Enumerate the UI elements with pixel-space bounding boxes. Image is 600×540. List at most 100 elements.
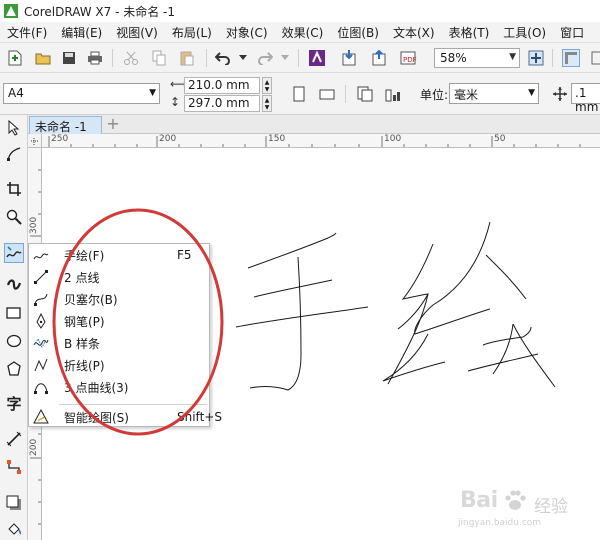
ellipse-tool-icon[interactable] <box>4 331 24 351</box>
current-page-icon[interactable] <box>384 85 402 103</box>
landscape-icon[interactable] <box>318 85 336 103</box>
redo-dropdown-icon[interactable] <box>276 49 294 67</box>
height-spinner[interactable]: ▲ ▼ <box>262 95 272 112</box>
horizontal-ruler[interactable]: 250 200 150 100 50 <box>42 134 600 148</box>
corel-connect-icon[interactable] <box>308 49 326 67</box>
units-value: 毫米 <box>454 88 479 102</box>
menu-bitmaps[interactable]: 位图(B) <box>330 24 386 41</box>
svg-text:PDF: PDF <box>403 56 417 64</box>
full-screen-preview-icon[interactable] <box>527 49 545 67</box>
freehand-tool-icon[interactable] <box>4 243 24 263</box>
artistic-media-tool-icon[interactable] <box>4 273 24 293</box>
menu-object[interactable]: 对象(C) <box>219 24 275 41</box>
flyout-item-label: 2 点线 <box>64 270 100 285</box>
flyout-item-label: 钢笔(P) <box>64 314 105 329</box>
fill-tool-icon[interactable] <box>4 519 24 539</box>
flyout-item-three-point-curve[interactable]: 3 点曲线(3) <box>29 376 209 398</box>
undo-dropdown-icon[interactable] <box>234 49 252 67</box>
ruler-label: 200 <box>159 134 177 144</box>
chevron-down-icon: ▼ <box>509 52 516 62</box>
flyout-item-two-point-line[interactable]: 2 点线 <box>29 266 209 288</box>
zoom-level-select[interactable]: 58% ▼ <box>434 48 520 68</box>
drop-shadow-tool-icon[interactable] <box>4 493 24 513</box>
page-size-select[interactable]: A4 ▼ <box>3 83 160 104</box>
cut-icon[interactable] <box>122 49 140 67</box>
paste-icon[interactable] <box>178 49 196 67</box>
shape-tool-icon[interactable] <box>4 144 24 164</box>
page-width-field[interactable]: 210.0 mm <box>184 77 260 94</box>
pen-icon <box>32 312 50 330</box>
flyout-separator <box>59 404 207 405</box>
menu-file[interactable]: 文件(F) <box>0 24 54 41</box>
standard-toolbar: PDF 58% ▼ <box>0 43 600 73</box>
print-icon[interactable] <box>86 49 104 67</box>
toolbar-separator <box>206 49 207 67</box>
rectangle-tool-icon[interactable] <box>4 303 24 323</box>
polyline-icon <box>32 356 50 374</box>
smart-drawing-icon <box>32 408 50 426</box>
flyout-item-label: 手绘(F) <box>64 248 105 263</box>
ruler-label: 300 <box>29 216 39 234</box>
export-icon[interactable] <box>370 49 388 67</box>
open-icon[interactable] <box>34 49 52 67</box>
zoom-level-value: 58% <box>440 51 467 65</box>
polygon-tool-icon[interactable] <box>4 359 24 379</box>
width-spinner[interactable]: ▲ ▼ <box>262 77 272 94</box>
toolbar-separator <box>345 85 346 103</box>
new-document-icon[interactable] <box>6 49 24 67</box>
page-size-value: A4 <box>8 86 24 100</box>
flyout-item-label: 3 点曲线(3) <box>64 380 129 395</box>
document-tab-bar: 未命名 -1 + <box>28 115 600 134</box>
import-icon[interactable] <box>340 49 358 67</box>
menu-view[interactable]: 视图(V) <box>109 24 165 41</box>
toolbox: 字 <box>0 115 28 540</box>
page-height-icon: ↕ <box>170 95 181 109</box>
menu-layout[interactable]: 布局(L) <box>165 24 219 41</box>
connector-tool-icon[interactable] <box>4 457 24 477</box>
flyout-item-b-spline[interactable]: B 样条 <box>29 332 209 354</box>
three-point-curve-icon <box>32 378 50 396</box>
menu-effects[interactable]: 效果(C) <box>275 24 331 41</box>
coreldraw-logo-icon <box>4 4 18 18</box>
flyout-item-bezier[interactable]: 贝塞尔(B) <box>29 288 209 310</box>
crop-tool-icon[interactable] <box>4 179 24 199</box>
menu-window[interactable]: 窗口 <box>553 24 591 41</box>
menu-tools[interactable]: 工具(O) <box>496 24 553 41</box>
flyout-item-smart-drawing[interactable]: 智能绘图(S) Shift+S <box>29 406 222 428</box>
flyout-item-freehand[interactable]: 手绘(F) F5 <box>29 244 209 266</box>
redo-icon[interactable] <box>256 49 274 67</box>
units-label: 单位: <box>420 88 449 102</box>
portrait-icon[interactable] <box>290 85 308 103</box>
nudge-distance-icon <box>551 85 569 103</box>
dimension-tool-icon[interactable] <box>4 429 24 449</box>
show-rulers-icon[interactable] <box>562 49 580 67</box>
all-pages-icon[interactable] <box>356 85 374 103</box>
watermark: Bai 经验 jingyan.baidu.com <box>458 484 598 536</box>
flyout-item-pen[interactable]: 钢笔(P) <box>29 310 209 332</box>
nudge-distance-field[interactable]: .1 mm <box>571 83 600 114</box>
menu-edit[interactable]: 编辑(E) <box>54 24 109 41</box>
publish-pdf-icon[interactable]: PDF <box>400 49 418 67</box>
toolbar-separator <box>552 49 553 67</box>
copy-icon[interactable] <box>150 49 168 67</box>
text-tool-icon[interactable]: 字 <box>4 393 24 413</box>
flyout-item-shortcut: F5 <box>177 248 192 262</box>
undo-icon[interactable] <box>214 49 232 67</box>
menu-table[interactable]: 表格(T) <box>442 24 497 41</box>
ruler-label: 150 <box>268 134 286 144</box>
flyout-item-polyline[interactable]: 折线(P) <box>29 354 209 376</box>
ruler-origin[interactable] <box>28 134 42 148</box>
document-tab[interactable]: 未命名 -1 <box>29 116 102 134</box>
add-document-tab-button[interactable]: + <box>104 116 122 133</box>
menu-text[interactable]: 文本(X) <box>386 24 442 41</box>
paw-logo-icon <box>505 490 526 510</box>
flyout-item-label: 折线(P) <box>64 358 105 373</box>
page-height-field[interactable]: 297.0 mm <box>184 95 260 112</box>
pick-tool-icon[interactable] <box>4 118 24 138</box>
show-grid-icon[interactable] <box>588 49 600 67</box>
ruler-label: 100 <box>384 134 402 144</box>
units-select[interactable]: 毫米 ▼ <box>449 83 539 104</box>
zoom-tool-icon[interactable] <box>4 207 24 227</box>
save-icon[interactable] <box>60 49 78 67</box>
flyout-item-label: B 样条 <box>64 336 101 351</box>
